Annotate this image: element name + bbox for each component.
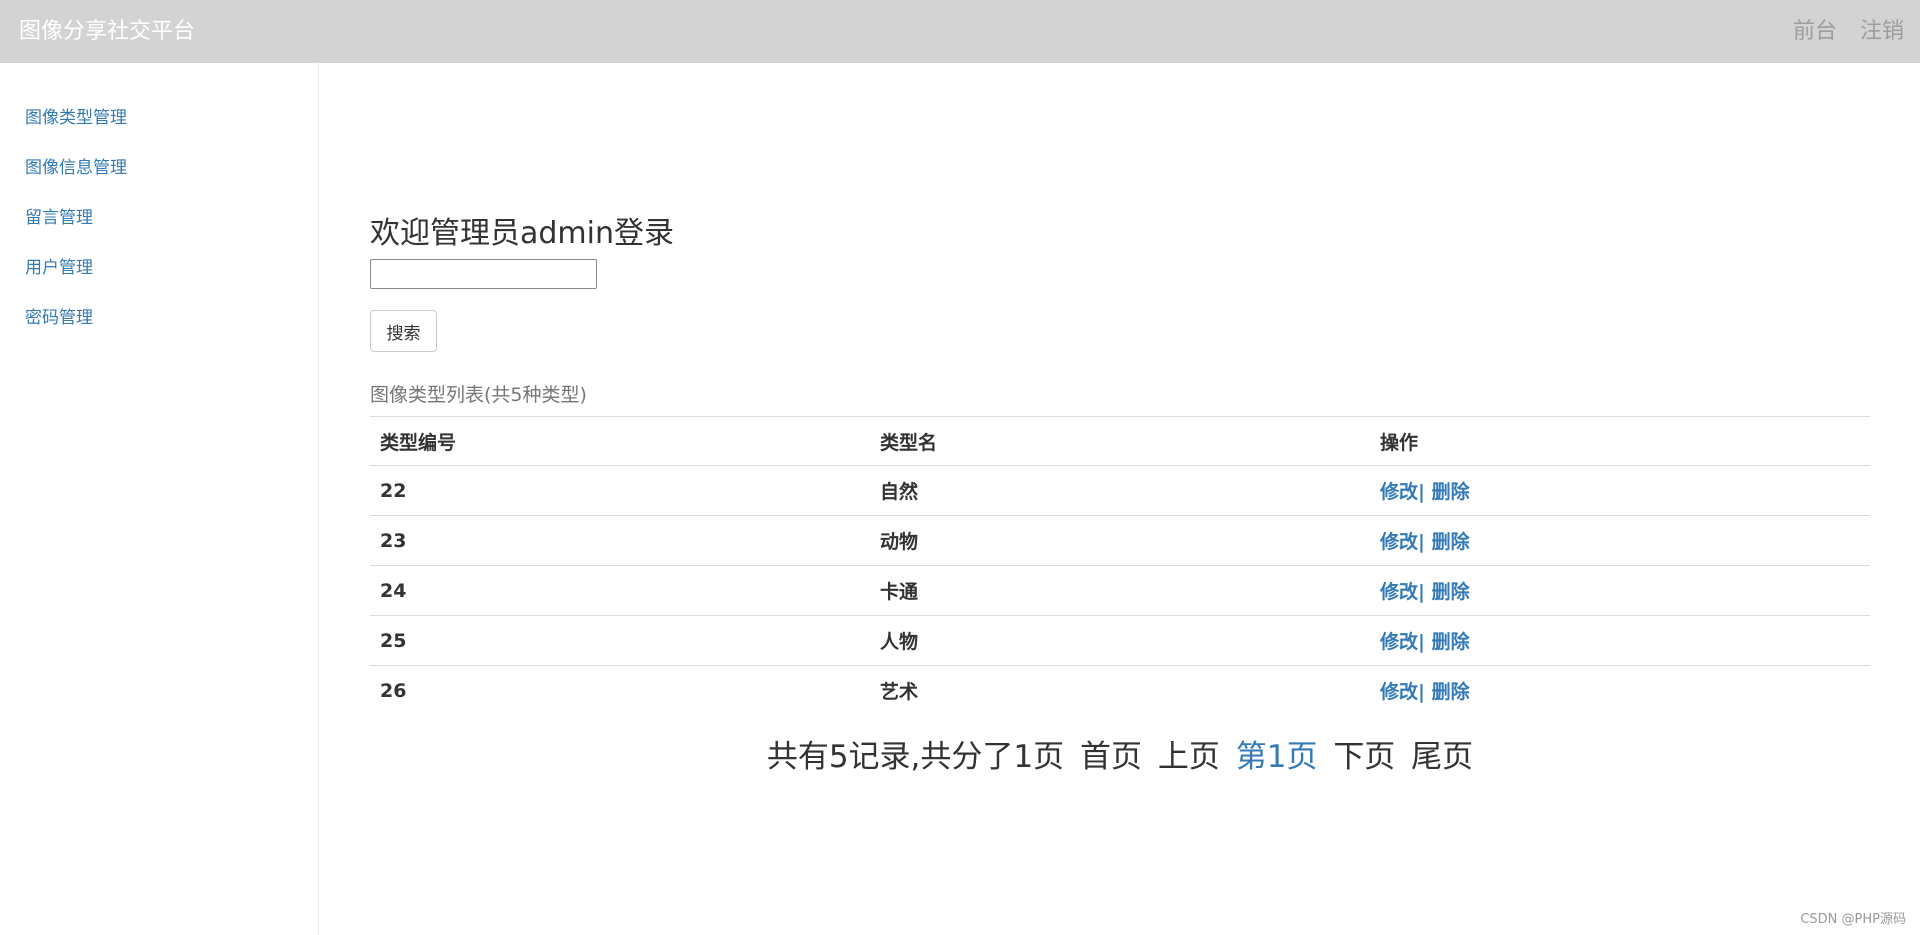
logout-link[interactable]: 注销 [1860,19,1904,44]
sidebar-item-users: 用户管理 [0,249,318,299]
edit-link[interactable]: 修改 [1380,581,1418,603]
table-caption: 图像类型列表(共5种类型) [370,384,587,406]
action-separator: | [1418,681,1425,703]
table-row: 23 动物 修改| 删除 [370,515,1870,566]
cell-type-id: 26 [370,665,870,715]
sidebar-link-image-types[interactable]: 图像类型管理 [25,108,127,128]
sidebar: 图像类型管理 图像信息管理 留言管理 用户管理 密码管理 [0,63,319,935]
pagination-summary: 共有5记录,共分了1页 [766,739,1065,775]
delete-link[interactable]: 删除 [1432,481,1470,503]
sidebar-link-messages[interactable]: 留言管理 [25,208,93,228]
cell-actions: 修改| 删除 [1370,466,1870,516]
table-row: 22 自然 修改| 删除 [370,466,1870,516]
image-type-table: 类型编号 类型名 操作 22 自然 修改| 删除 23 动物 修改| 删除 24… [370,416,1870,715]
edit-link[interactable]: 修改 [1380,631,1418,653]
cell-actions: 修改| 删除 [1370,665,1870,715]
cell-type-id: 22 [380,479,407,502]
cell-type-name: 卡通 [870,565,1370,616]
last-page-link[interactable]: 尾页 [1411,739,1473,775]
cell-type-id: 24 [370,565,870,616]
delete-link[interactable]: 删除 [1432,681,1470,703]
header-type-id: 类型编号 [370,416,870,466]
table-row: 26 艺术 修改| 删除 [370,665,1870,715]
cell-type-name: 动物 [870,515,1370,566]
next-page-link[interactable]: 下页 [1333,739,1395,775]
sidebar-menu: 图像类型管理 图像信息管理 留言管理 用户管理 密码管理 [0,63,318,349]
sidebar-link-password[interactable]: 密码管理 [25,308,93,328]
table-row: 24 卡通 修改| 删除 [370,565,1870,616]
edit-link[interactable]: 修改 [1380,531,1418,553]
pagination: 共有5记录,共分了1页 首页 上页 第1页 下页 尾页 [370,731,1870,776]
cell-type-id: 23 [370,515,870,566]
sidebar-link-image-info[interactable]: 图像信息管理 [25,158,127,178]
sidebar-item-password: 密码管理 [0,299,318,349]
action-separator: | [1418,581,1425,603]
action-separator: | [1418,631,1425,653]
watermark: CSDN @PHP源码 [1800,912,1906,927]
sidebar-link-users[interactable]: 用户管理 [25,258,93,278]
cell-type-name: 艺术 [870,665,1370,715]
cell-type-name: 人物 [870,615,1370,666]
header-type-name: 类型名 [870,416,1370,466]
sidebar-item-image-types: 图像类型管理 [0,99,318,149]
current-page-link[interactable]: 第1页 [1236,739,1318,775]
delete-link[interactable]: 删除 [1432,631,1470,653]
frontend-link[interactable]: 前台 [1793,19,1837,44]
brand-link[interactable]: 图像分享社交平台 [19,0,195,63]
cell-actions: 修改| 删除 [1370,565,1870,616]
delete-link[interactable]: 删除 [1432,581,1470,603]
cell-actions: 修改| 删除 [1370,615,1870,666]
sidebar-item-image-info: 图像信息管理 [0,149,318,199]
edit-link[interactable]: 修改 [1380,481,1418,503]
top-navbar: 图像分享社交平台 前台 注销 [0,0,1920,63]
table-header-row: 类型编号 类型名 操作 [370,416,1870,466]
cell-type-name: 自然 [880,481,919,503]
cell-type-id: 25 [370,615,870,666]
navbar-links: 前台 注销 [1777,0,1904,63]
search-input[interactable] [370,259,597,289]
search-button[interactable]: 搜索 [370,310,437,352]
cell-actions: 修改| 删除 [1370,515,1870,566]
welcome-heading: 欢迎管理员admin登录 [370,216,674,251]
action-separator: | [1418,531,1425,553]
sidebar-item-messages: 留言管理 [0,199,318,249]
first-page-link[interactable]: 首页 [1080,739,1142,775]
action-separator: | [1418,481,1425,503]
delete-link[interactable]: 删除 [1432,531,1470,553]
table-row: 25 人物 修改| 删除 [370,615,1870,666]
prev-page-link[interactable]: 上页 [1158,739,1220,775]
header-actions: 操作 [1370,416,1870,466]
edit-link[interactable]: 修改 [1380,681,1418,703]
